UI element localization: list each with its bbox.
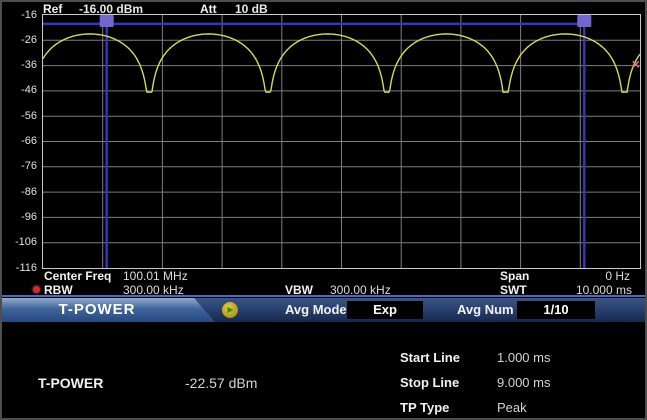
setting-row-label: Start Line [400,350,460,365]
y-axis-label: -36 [21,59,37,72]
y-axis-label: -76 [21,160,37,173]
setting-row-label: TP Type [400,400,449,415]
uncal-indicator-icon [33,286,40,293]
measurement-name: T-POWER [38,375,103,391]
span-label: Span [500,269,529,283]
trace-plot [43,15,640,268]
stop-line-handle[interactable] [577,15,591,27]
divider-line [2,295,645,297]
function-bar: T-POWER ▶ Avg Mode Exp Avg Num 1/10 [2,298,645,322]
y-axis-label: -46 [21,84,37,97]
setting-row-value: Peak [497,400,527,415]
avg-num-value-box[interactable]: 1/10 [517,301,595,319]
setting-row-value: 9.000 ms [497,375,550,390]
play-triangle-glyph: ▶ [227,306,233,314]
setting-row-label: Stop Line [400,375,459,390]
trace-display [42,14,641,269]
play-icon[interactable]: ▶ [222,302,238,318]
setting-row-value: 1.000 ms [497,350,550,365]
y-axis-label: -56 [21,110,37,123]
y-axis-label: -16 [21,9,37,22]
center-freq-label: Center Freq [44,269,111,283]
function-bar-title: T-POWER [12,301,182,318]
avg-mode-value-box[interactable]: Exp [347,301,423,319]
avg-num-label: Avg Num [457,302,514,317]
avg-mode-label: Avg Mode [285,302,347,317]
start-line-handle[interactable] [100,15,114,27]
y-axis-label: -86 [21,186,37,199]
y-axis-label: -116 [16,262,37,275]
spectrum-analyzer-screen: Ref -16.00 dBm Att 10 dB -16-26-36-46-56… [0,0,647,420]
center-freq-value: 100.01 MHz [123,269,188,283]
y-axis-label: -96 [21,211,37,224]
span-value: 0 Hz [605,269,630,283]
measurement-value: -22.57 dBm [185,375,257,391]
y-axis: -16 -26 -36 -46 -56 -66 -76 -86 -96 -106 -116 [2,2,39,272]
y-axis-label: -66 [21,135,37,148]
y-axis-label: -26 [21,34,37,47]
y-axis-label: -106 [15,236,37,249]
